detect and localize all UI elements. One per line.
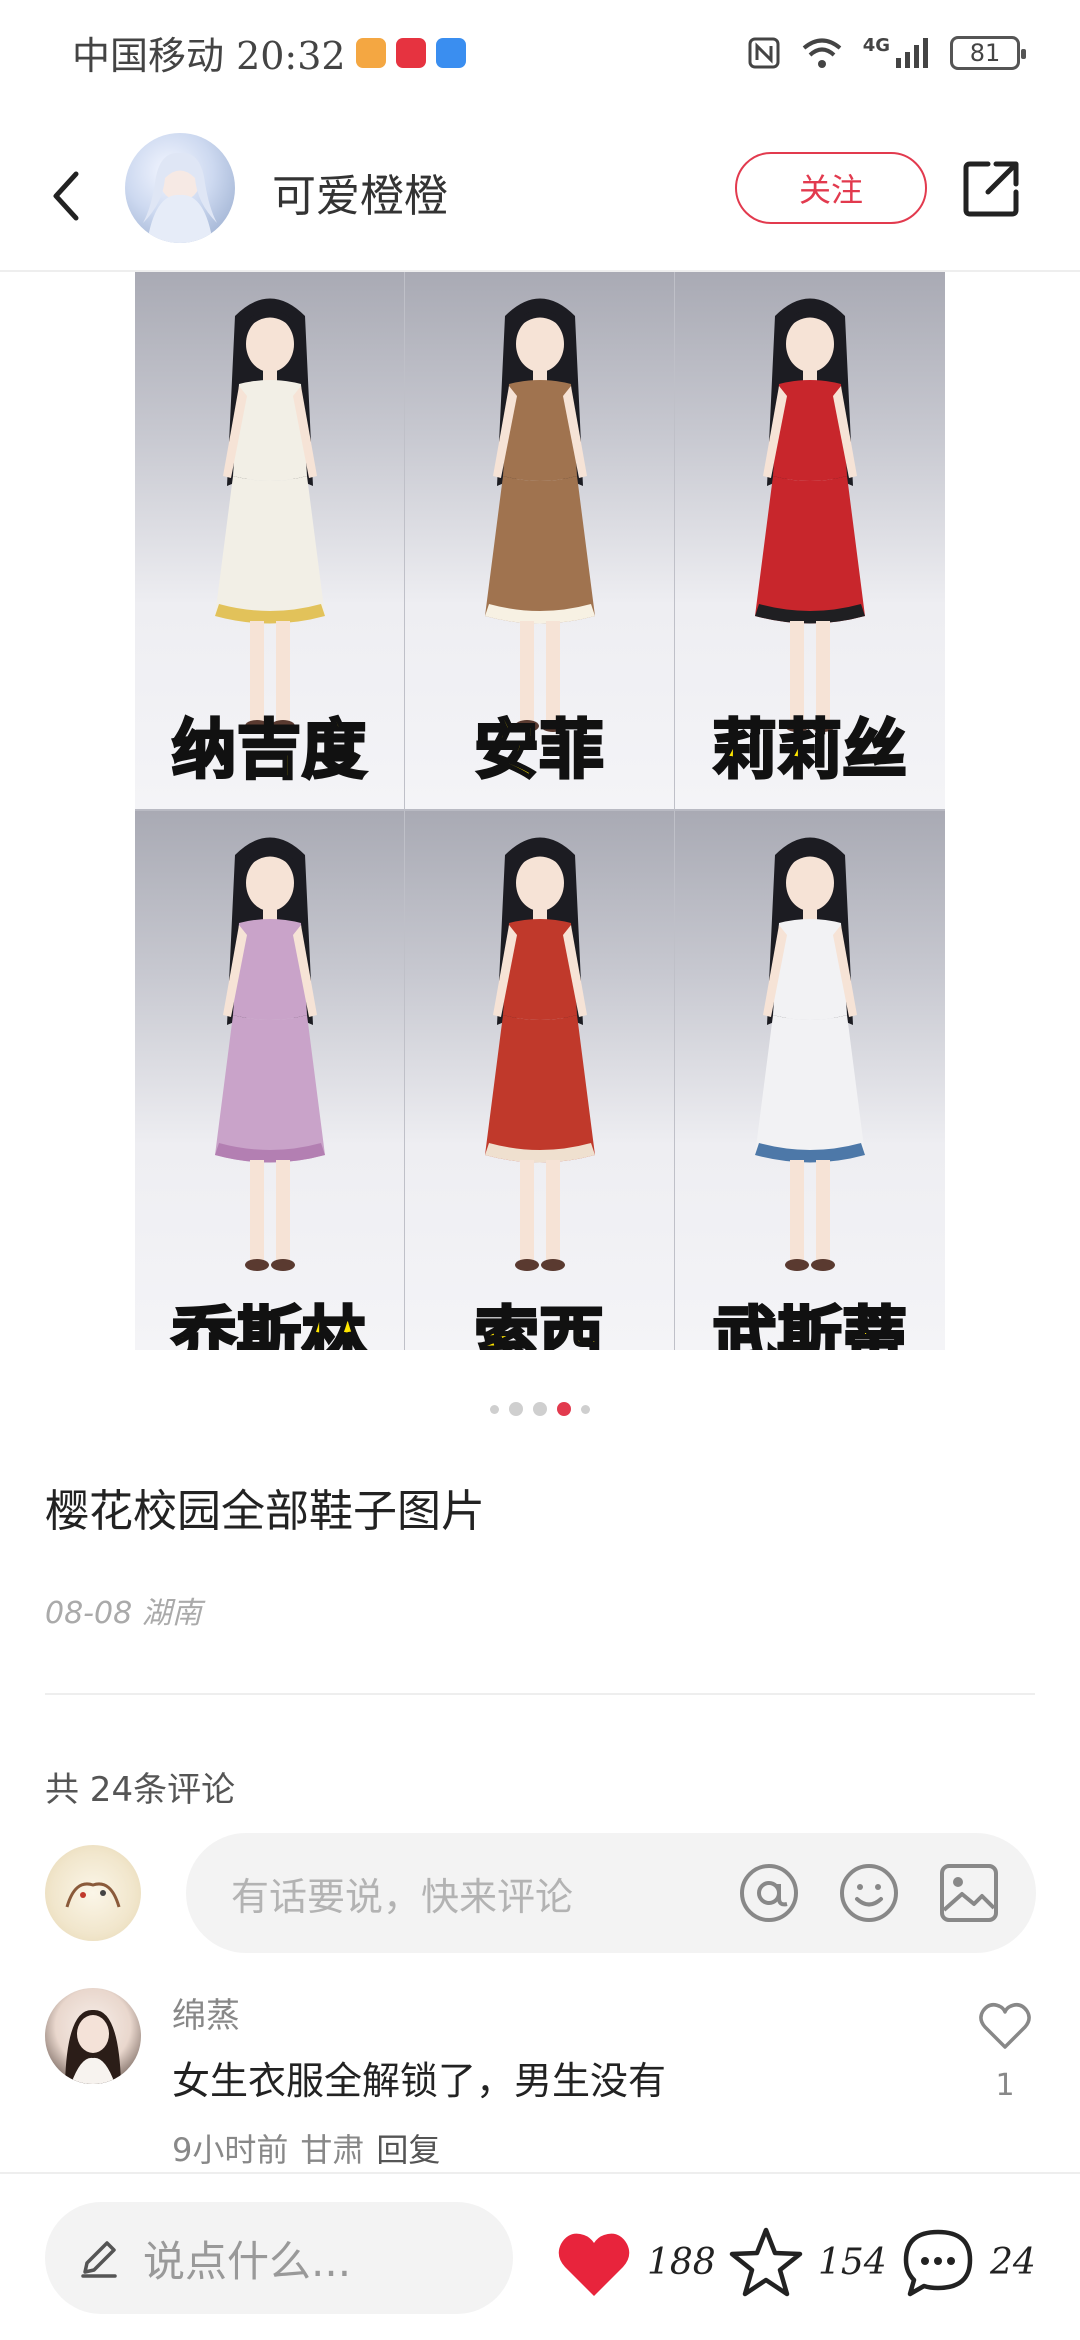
character-name-label: 武斯蒂 (711, 1300, 908, 1351)
carrier-time: 中国移动 20:32 (72, 34, 346, 78)
say-something-input[interactable]: 说点什么... (45, 2202, 513, 2314)
character-name-label: 纳吉度 (171, 713, 368, 790)
favorite-count: 154 (818, 2241, 887, 2283)
like-action[interactable]: 188 (555, 2226, 716, 2298)
page-dot (581, 1404, 590, 1414)
reply-button[interactable]: 回复 (376, 2125, 440, 2171)
content-divider (45, 1693, 1035, 1695)
character-figure (484, 837, 595, 1271)
my-avatar (45, 1845, 141, 1941)
comment-bubble-icon (903, 2229, 973, 2297)
battery-icon: 81 (950, 35, 1026, 70)
character-figure (755, 837, 865, 1271)
commenter-name[interactable]: 绵蒸 (172, 1988, 240, 2037)
post-header: 可爱橙橙 关注 (0, 118, 1080, 268)
status-bar: 中国移动 20:32 4G 81 (0, 0, 1080, 105)
comment-like-icon[interactable] (975, 1995, 1035, 2055)
character-figure (214, 837, 325, 1271)
back-icon[interactable] (40, 160, 100, 230)
character-name-label: 莉莉丝 (711, 713, 908, 790)
notification-app-icon (355, 37, 386, 68)
comment-total: 24 (990, 2241, 1036, 2283)
outfit-cell: 索西 (405, 811, 675, 1350)
page-dot-active (557, 1402, 571, 1416)
outfit-cell: 安菲 (405, 272, 675, 811)
heart-icon (558, 2233, 630, 2296)
comment-text: 女生衣服全解锁了，男生没有 (172, 2059, 667, 2103)
character-name-label: 乔斯林 (171, 1300, 368, 1351)
character-name-label: 索西 (473, 1300, 605, 1351)
commenter-avatar[interactable] (45, 1988, 141, 2084)
comment-meta: 9小时前 甘肃 回复 (172, 2125, 440, 2171)
character-figure (755, 298, 865, 732)
say-placeholder: 说点什么... (143, 2236, 352, 2286)
outfit-cell: 乔斯林 (135, 811, 405, 1350)
character-figure (214, 298, 325, 732)
author-name[interactable]: 可爱橙橙 (272, 160, 448, 224)
status-right: 4G 81 (747, 35, 1026, 70)
comment-input[interactable]: 有话要说，快来评论 (186, 1833, 1036, 1953)
comment-location: 甘肃 (300, 2131, 365, 2169)
avatar-illustration (65, 1882, 121, 1908)
avatar-illustration (143, 152, 217, 243)
battery-level: 81 (969, 38, 1001, 67)
author-avatar[interactable] (125, 133, 235, 243)
post-date-location: 08-08 湖南 (45, 1596, 202, 1631)
signal-icon (896, 37, 928, 68)
share-icon[interactable] (960, 158, 1022, 220)
comment-action[interactable]: 24 (900, 2226, 1036, 2298)
avatar-illustration (65, 2009, 121, 2084)
at-icon[interactable] (736, 1860, 802, 1926)
page-indicator (0, 1402, 1080, 1416)
bottom-action-bar: 说点什么... 188 154 24 (0, 2172, 1080, 2340)
comment-input-placeholder: 有话要说，快来评论 (231, 1874, 574, 1919)
outfit-cell: 武斯蒂 (675, 811, 945, 1350)
character-figure (484, 298, 595, 732)
network-type: 4G (862, 35, 890, 56)
follow-button[interactable]: 关注 (735, 152, 927, 224)
outfit-grid: 纳吉度 安菲 莉莉丝乔斯林 索西 武斯蒂 (135, 272, 945, 1350)
like-count: 188 (647, 2241, 716, 2283)
comment-like-count: 1 (995, 2068, 1015, 2103)
comment-time: 9小时前 (172, 2131, 289, 2169)
notification-app-icon (435, 37, 466, 68)
outfit-cell: 莉莉丝 (675, 272, 945, 811)
outfit-cell: 纳吉度 (135, 272, 405, 811)
post-image[interactable]: 纳吉度 安菲 莉莉丝乔斯林 索西 武斯蒂 (135, 272, 945, 1350)
character-name-label: 安菲 (473, 713, 605, 790)
page-dot (490, 1404, 499, 1414)
star-icon (729, 2227, 803, 2297)
post-title: 樱花校园全部鞋子图片 (45, 1486, 485, 1537)
image-icon[interactable] (936, 1860, 1002, 1926)
favorite-action[interactable]: 154 (728, 2226, 887, 2298)
nfc-icon (748, 37, 780, 68)
status-left: 中国移动 20:32 (72, 25, 466, 80)
pencil-icon (81, 2241, 117, 2278)
comment-count: 共 24条评论 (45, 1770, 236, 1810)
notification-app-icon (395, 37, 426, 68)
wifi-icon (802, 38, 841, 68)
emoji-icon[interactable] (836, 1860, 902, 1926)
page-dot (509, 1402, 523, 1416)
page-dot (533, 1402, 547, 1416)
